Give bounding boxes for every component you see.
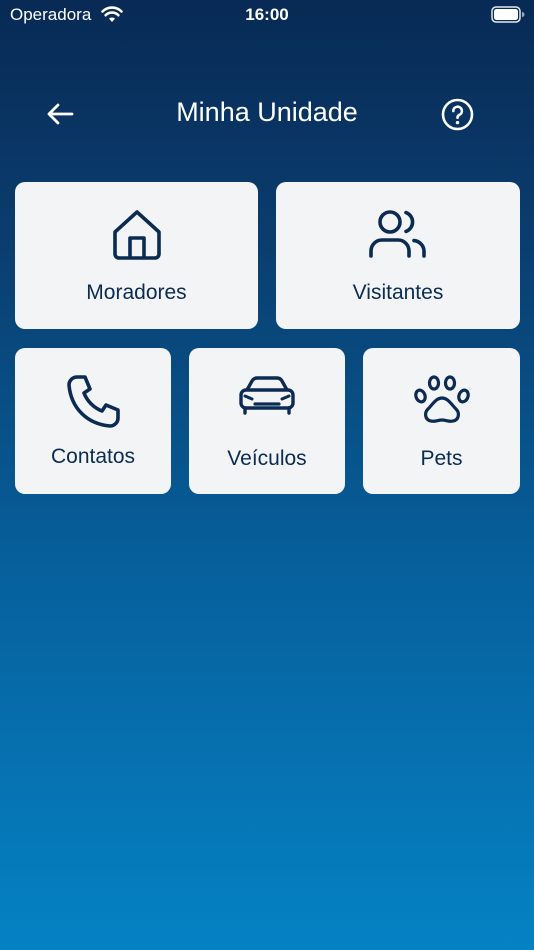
arrow-left-icon (47, 103, 74, 125)
car-icon (239, 376, 295, 415)
home-icon (112, 210, 161, 260)
back-button[interactable] (40, 94, 80, 134)
header: Minha Unidade (0, 88, 534, 138)
pets-label: Pets (420, 447, 463, 470)
contatos-card[interactable]: Contatos (15, 348, 171, 494)
contatos-label: Contatos (50, 445, 136, 468)
battery-icon (491, 6, 525, 23)
veiculos-card[interactable]: Veículos (189, 348, 345, 494)
visitantes-card[interactable]: Visitantes (276, 182, 520, 329)
help-button[interactable] (437, 94, 477, 134)
status-time: 16:00 (245, 5, 289, 24)
pets-card[interactable]: Pets (363, 348, 520, 494)
moradores-card[interactable]: Moradores (15, 182, 258, 329)
phone-icon (67, 375, 120, 428)
moradores-label: Moradores (86, 281, 187, 304)
visitantes-label: Visitantes (352, 281, 444, 304)
status-bar: Operadora 16:00 (0, 0, 534, 32)
users-icon (369, 210, 426, 258)
paw-icon (413, 375, 470, 423)
question-circle-icon (441, 98, 473, 130)
veiculos-label: Veículos (227, 447, 307, 470)
